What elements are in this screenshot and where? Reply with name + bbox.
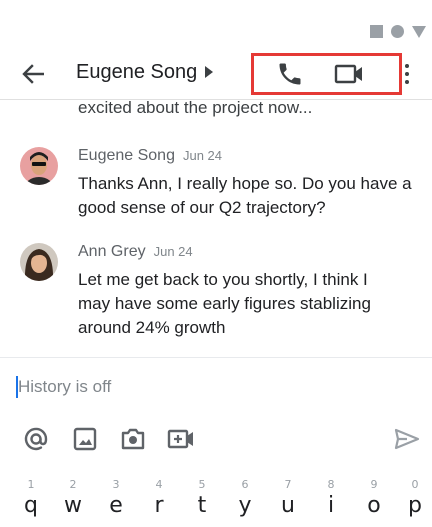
person-avatar-icon	[20, 147, 58, 185]
message-text: Thanks Ann, I really hope so. Do you hav…	[78, 174, 412, 217]
avatar-eugene[interactable]	[20, 147, 58, 185]
message-item: Eugene Song Jun 24 Thanks Ann, I really h…	[0, 147, 432, 227]
message-header: Ann Grey Jun 24	[78, 243, 193, 261]
compose-input[interactable]	[14, 375, 414, 399]
key-p[interactable]: 0p	[400, 478, 430, 520]
person-avatar-icon	[20, 243, 58, 281]
more-vert-icon[interactable]	[400, 60, 414, 88]
key-e[interactable]: 3e	[101, 478, 131, 520]
circle-icon	[391, 25, 404, 38]
key-t[interactable]: 5t	[187, 478, 217, 520]
compose-toolbar	[0, 425, 432, 453]
message-item: Ann Grey Jun 24 Let me get back to you sh…	[0, 243, 432, 343]
message-text: Let me get back to you shortly, I think …	[78, 270, 371, 337]
key-y[interactable]: 6y	[230, 478, 260, 520]
text-cursor	[16, 376, 18, 398]
call-actions-highlight	[251, 53, 402, 95]
keyboard: 1q 2w 3e 4r 5t 6y 7u 8i 9o 0p	[0, 478, 432, 527]
key-i[interactable]: 8i	[316, 478, 346, 520]
avatar-ann[interactable]	[20, 243, 58, 281]
message-time: Jun 24	[153, 244, 193, 259]
key-u[interactable]: 7u	[273, 478, 303, 520]
chevron-right-icon[interactable]	[204, 65, 214, 79]
compose-divider	[0, 357, 432, 358]
at-icon[interactable]	[22, 425, 50, 453]
app-bar: Eugene Song	[0, 48, 432, 100]
send-icon[interactable]	[393, 425, 421, 453]
key-q[interactable]: 1q	[16, 478, 46, 520]
arrow-back-icon	[22, 64, 44, 84]
message-header: Eugene Song Jun 24	[78, 147, 222, 165]
square-icon	[370, 25, 383, 38]
sender-name: Eugene Song	[78, 147, 175, 164]
video-add-icon[interactable]	[167, 425, 195, 453]
video-call-icon[interactable]	[333, 60, 365, 88]
key-w[interactable]: 2w	[58, 478, 88, 520]
message-time: Jun 24	[182, 148, 223, 163]
sender-name: Ann Grey	[78, 243, 146, 260]
key-o[interactable]: 9o	[359, 478, 389, 520]
status-icons	[370, 25, 426, 38]
camera-icon[interactable]	[119, 425, 147, 453]
partial-message-text: excited about the project now...	[78, 98, 313, 117]
phone-icon[interactable]	[276, 60, 304, 88]
back-button[interactable]	[18, 60, 48, 88]
status-bar	[0, 0, 432, 48]
conversation-title[interactable]: Eugene Song	[76, 61, 197, 84]
triangle-icon	[412, 25, 426, 38]
image-icon[interactable]	[71, 425, 99, 453]
key-r[interactable]: 4r	[144, 478, 174, 520]
